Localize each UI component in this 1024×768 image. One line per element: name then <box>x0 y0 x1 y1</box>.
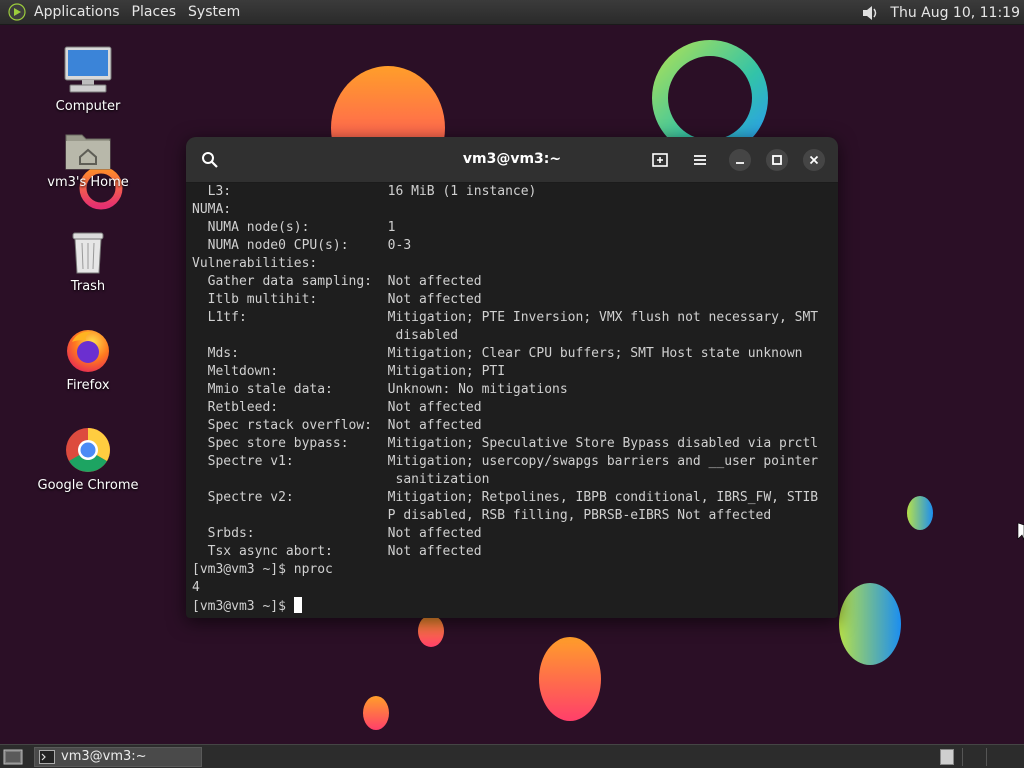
desktop-icon-label: Firefox <box>66 378 110 393</box>
desktop-icon-chrome[interactable]: Google Chrome <box>33 426 143 493</box>
terminal-line: Tsx async abort: Not affected <box>192 544 482 559</box>
terminal-window[interactable]: vm3@vm3:~ L3: 16 MiB (1 instance) NUMA: … <box>186 137 838 618</box>
terminal-line: NUMA: <box>192 202 232 217</box>
trash-icon <box>72 232 104 274</box>
desktop-icon-trash[interactable]: Trash <box>33 229 143 294</box>
terminal-line: Spectre v2: Mitigation; Retpolines, IBPB… <box>192 490 819 505</box>
system-menu[interactable]: System <box>182 0 246 25</box>
taskbar-window-label: vm3@vm3:~ <box>61 749 147 764</box>
terminal-output[interactable]: L3: 16 MiB (1 instance) NUMA: NUMA node(s… <box>186 183 838 616</box>
firefox-icon <box>67 330 109 372</box>
terminal-line: 4 <box>192 580 200 595</box>
hamburger-menu-icon[interactable] <box>689 149 711 171</box>
show-desktop-icon[interactable] <box>3 748 23 766</box>
computer-icon <box>64 46 112 93</box>
terminal-line: [vm3@vm3 ~]$ nproc <box>192 562 333 577</box>
terminal-line: Mmio stale data: Unknown: No mitigations <box>192 382 568 397</box>
terminal-line: Spectre v1: Mitigation; usercopy/swapgs … <box>192 454 819 469</box>
terminal-line: Itlb multihit: Not affected <box>192 292 482 307</box>
terminal-line: sanitization <box>192 472 490 487</box>
wallpaper-blob <box>363 696 389 730</box>
terminal-line: Srbds: Not affected <box>192 526 482 541</box>
desktop-icon-label: Google Chrome <box>37 478 139 493</box>
applications-menu-icon[interactable] <box>8 3 26 21</box>
terminal-line: Retbleed: Not affected <box>192 400 482 415</box>
volume-icon[interactable] <box>860 3 880 23</box>
home-folder-icon <box>65 134 111 170</box>
wallpaper-blob <box>418 615 444 647</box>
bottom-panel: vm3@vm3:~ <box>0 744 1024 768</box>
desktop-icon-label: Trash <box>70 279 106 294</box>
places-menu[interactable]: Places <box>126 0 183 25</box>
terminal-prompt-line[interactable]: [vm3@vm3 ~]$ <box>192 597 838 616</box>
desktop-icon-label: Computer <box>55 99 121 114</box>
applications-menu[interactable]: Applications <box>28 0 126 25</box>
desktop-icon-computer[interactable]: Computer <box>33 45 143 114</box>
terminal-line: disabled <box>192 328 459 343</box>
desktop-icon-home[interactable]: vm3's Home <box>33 129 143 190</box>
terminal-line: Vulnerabilities: <box>192 256 318 271</box>
desktop-icon-firefox[interactable]: Firefox <box>33 326 143 393</box>
clock[interactable]: Thu Aug 10, 11:19 <box>890 5 1020 21</box>
terminal-prompt: [vm3@vm3 ~]$ <box>192 599 294 614</box>
terminal-icon <box>39 750 55 764</box>
terminal-line: NUMA node0 CPU(s): 0-3 <box>192 238 412 253</box>
desktop-icon-label: vm3's Home <box>47 175 129 190</box>
terminal-cursor <box>293 597 302 613</box>
maximize-icon[interactable] <box>766 149 788 171</box>
terminal-line: NUMA node(s): 1 <box>192 220 396 235</box>
wallpaper-blob <box>907 496 933 530</box>
chrome-icon <box>66 428 110 472</box>
terminal-line: Mds: Mitigation; Clear CPU buffers; SMT … <box>192 346 803 361</box>
terminal-line: Gather data sampling: Not affected <box>192 274 482 289</box>
panel-tray: Thu Aug 10, 11:19 <box>860 0 1020 25</box>
terminal-line: Spec rstack overflow: Not affected <box>192 418 482 433</box>
minimize-icon[interactable] <box>729 149 751 171</box>
workspace-switcher-icon[interactable] <box>940 749 954 765</box>
workspace-2[interactable] <box>962 748 982 766</box>
terminal-line: P disabled, RSB filling, PBRSB-eIBRS Not… <box>192 508 772 523</box>
close-icon[interactable] <box>803 149 825 171</box>
terminal-line: L3: 16 MiB (1 instance) <box>192 184 537 199</box>
terminal-titlebar[interactable]: vm3@vm3:~ <box>186 137 838 183</box>
terminal-line: Spec store bypass: Mitigation; Speculati… <box>192 436 819 451</box>
terminal-line: Meltdown: Mitigation; PTI <box>192 364 506 379</box>
top-panel: Applications Places System Thu Aug 10, 1… <box>0 0 1024 25</box>
wallpaper-blob <box>539 637 601 721</box>
wallpaper-blob <box>839 583 901 665</box>
terminal-line: L1tf: Mitigation; PTE Inversion; VMX flu… <box>192 310 819 325</box>
taskbar-window-terminal[interactable]: vm3@vm3:~ <box>34 747 202 767</box>
new-tab-icon[interactable] <box>649 149 671 171</box>
workspace-3[interactable] <box>986 748 1006 766</box>
